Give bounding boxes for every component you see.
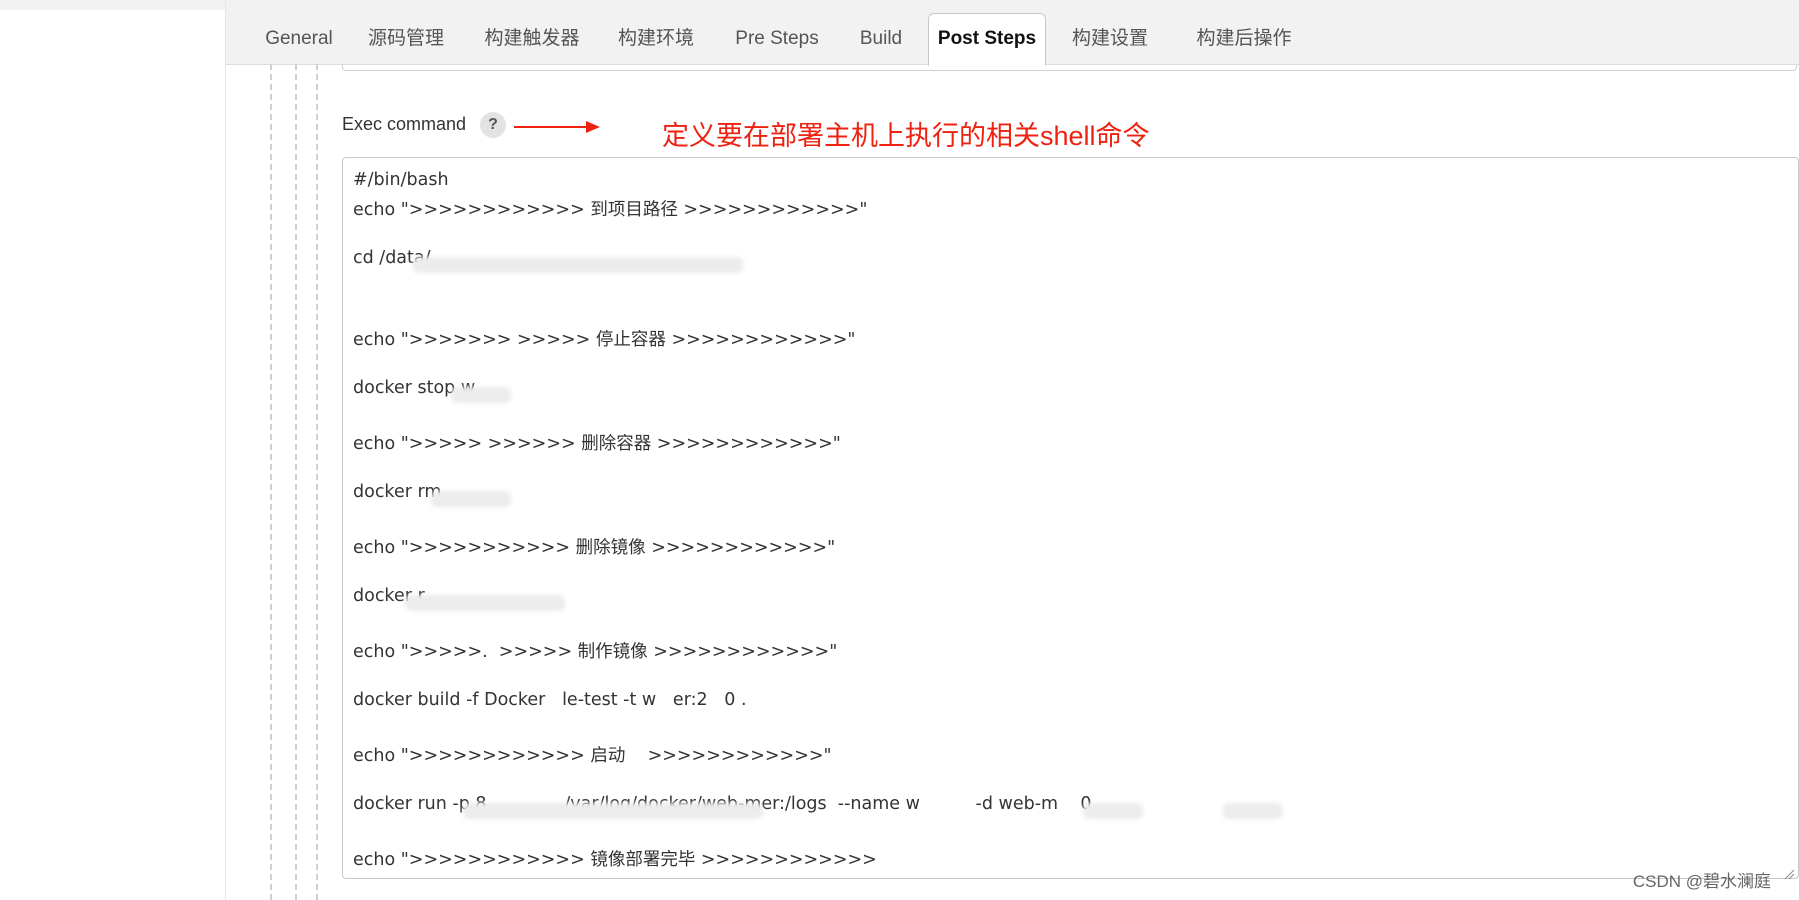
config-tab-bar: General 源码管理 构建触发器 构建环境 Pre Steps Build … [226, 0, 1799, 66]
script-line: echo ">>>>>>>>>>>> 启动 >>>>>>>>>>>>" [353, 746, 832, 766]
redaction-blur [463, 803, 763, 819]
red-arrow-icon [514, 121, 600, 133]
section-guide-line [316, 64, 318, 900]
redaction-blur [413, 257, 743, 273]
annotation-text: 定义要在部署主机上执行的相关shell命令 [662, 121, 1150, 151]
tab-source-control[interactable]: 源码管理 [356, 14, 456, 64]
script-line: echo ">>>>>>> >>>>> 停止容器 >>>>>>>>>>>>" [353, 330, 856, 350]
tab-post-build-actions[interactable]: 构建后操作 [1182, 14, 1306, 64]
redaction-blur [1223, 803, 1283, 819]
tab-build-settings[interactable]: 构建设置 [1060, 14, 1160, 64]
exec-command-textarea[interactable]: #/bin/bash echo ">>>>>>>>>>>> 到项目路径 >>>>… [342, 157, 1799, 879]
tab-pre-steps[interactable]: Pre Steps [724, 14, 830, 64]
section-guide-line [295, 64, 297, 900]
redaction-blur [451, 387, 511, 403]
redaction-blur [405, 595, 565, 611]
script-line: echo ">>>>> >>>>>> 删除容器 >>>>>>>>>>>>" [353, 434, 841, 454]
previous-field-box [342, 64, 1797, 71]
left-sidebar [0, 0, 226, 900]
script-line: docker rm [353, 482, 442, 502]
sidebar-top-strip [0, 0, 225, 10]
section-guide-line [270, 64, 272, 900]
redaction-blur [431, 491, 511, 507]
script-line: echo ">>>>>>>>>>>> 到项目路径 >>>>>>>>>>>>" [353, 200, 868, 220]
tab-build-triggers[interactable]: 构建触发器 [472, 14, 592, 64]
script-line: #/bin/bash [353, 170, 449, 190]
redaction-blur [1083, 803, 1143, 819]
tab-build[interactable]: Build [846, 14, 916, 64]
tab-post-steps[interactable]: Post Steps [928, 13, 1046, 66]
tab-build-environment[interactable]: 构建环境 [606, 14, 706, 64]
exec-command-label: Exec command [342, 114, 467, 134]
script-line: echo ">>>>>>>>>>>> 镜像部署完毕 >>>>>>>>>>>> [353, 850, 877, 870]
script-line: echo ">>>>>. >>>>> 制作镜像 >>>>>>>>>>>>" [353, 642, 838, 662]
script-line: echo ">>>>>>>>>>> 删除镜像 >>>>>>>>>>>>" [353, 538, 836, 558]
watermark: CSDN @碧水澜庭 [1632, 872, 1771, 891]
help-icon[interactable]: ? [480, 112, 506, 138]
script-line: docker build -f Docker le-test -t w er:2… [353, 690, 747, 710]
resize-handle-icon[interactable] [1783, 868, 1795, 880]
tab-general[interactable]: General [254, 14, 344, 64]
